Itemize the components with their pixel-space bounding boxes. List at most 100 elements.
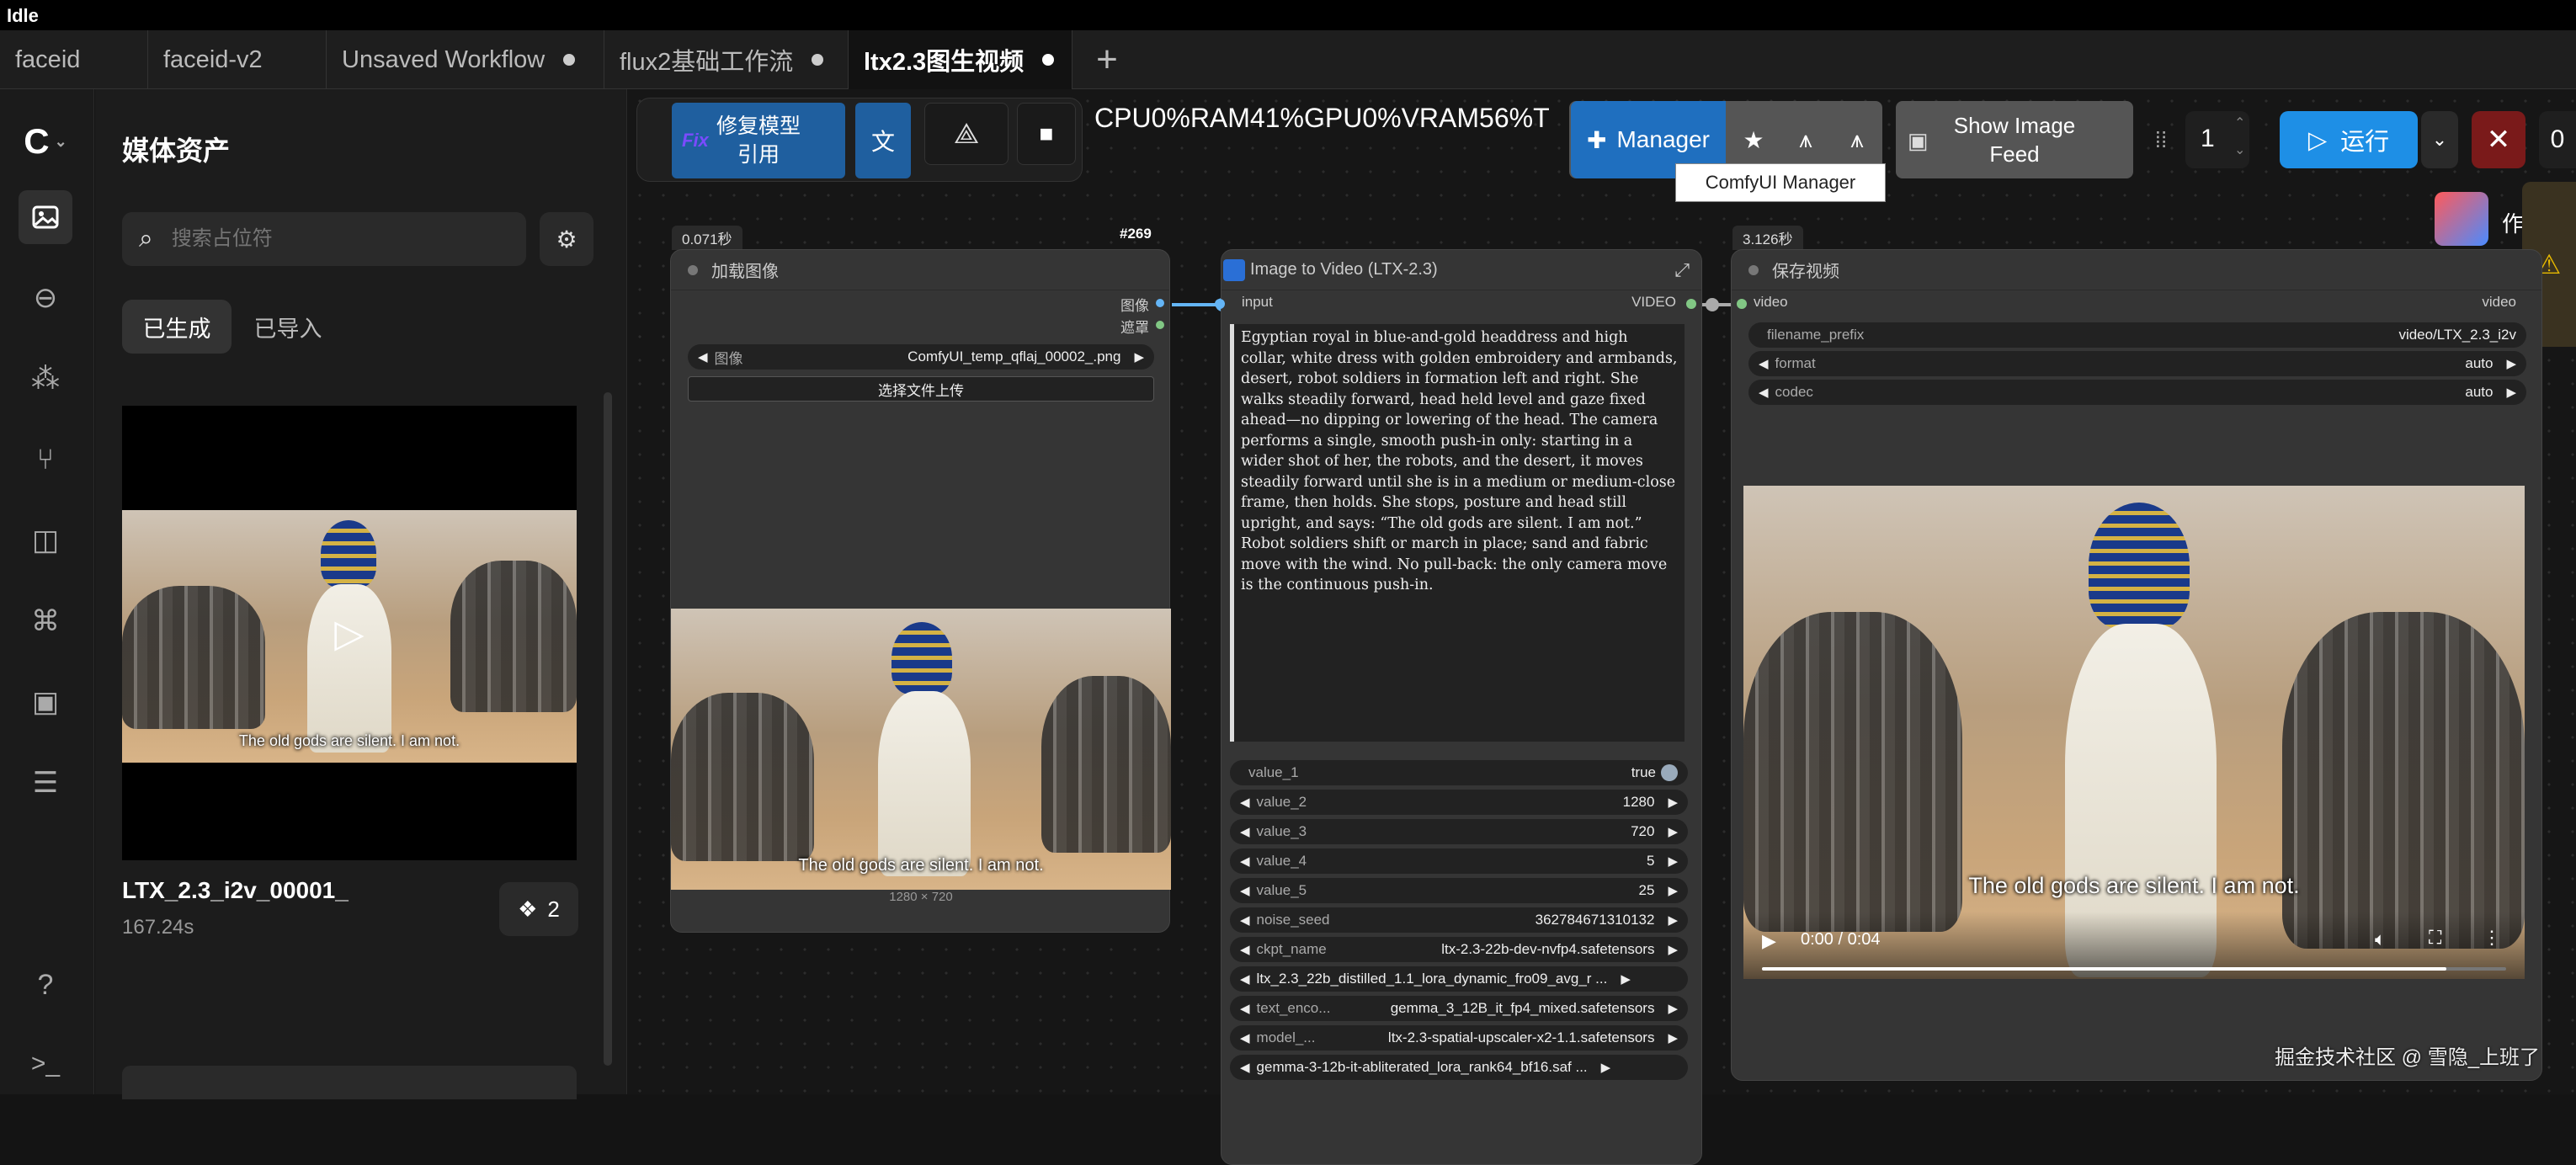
input-socket[interactable]	[1215, 299, 1225, 309]
terminal-icon[interactable]: >_	[19, 1037, 72, 1091]
tab-ltx23[interactable]: ltx2.3图生视频	[849, 30, 1072, 89]
gallery-icon[interactable]: ▣	[19, 675, 72, 729]
arrow-right-icon[interactable]: ▶	[1668, 912, 1678, 928]
arrow-right-icon[interactable]: ▶	[1601, 1060, 1611, 1075]
node-title-bar[interactable]: Image to Video (LTX-2.3) ⤢	[1221, 250, 1701, 290]
layout-icon[interactable]: ☰	[19, 756, 72, 810]
image-to-video-node[interactable]: Image to Video (LTX-2.3) ⤢ input VIDEO Eg…	[1215, 249, 1702, 1165]
node-title-bar[interactable]: 加载图像	[671, 250, 1169, 290]
arrow-left-icon[interactable]: ◀	[1240, 883, 1250, 898]
arrow-left-icon[interactable]: ◀	[1759, 356, 1769, 371]
image-select-widget[interactable]: ◀ 图像 ComfyUI_temp_qflaj_00002_.png ▶	[688, 344, 1154, 370]
arrow-right-icon[interactable]: ▶	[1668, 883, 1678, 898]
widget-text-encoder[interactable]: ◀ text_enco... gemma_3_12B_it_fp4_mixed.sa…	[1230, 996, 1688, 1021]
widget-upscaler[interactable]: ◀ model_... ltx-2.3-spatial-upscaler-x2-1.…	[1230, 1025, 1688, 1051]
tab-flux2[interactable]: flux2基础工作流	[604, 30, 849, 89]
comfy-logo-icon[interactable]: C ⌄	[19, 114, 72, 168]
arrow-right-icon[interactable]: ▶	[1134, 349, 1144, 364]
arrow-right-icon[interactable]: ▶	[1668, 1001, 1678, 1016]
arrow-right-icon[interactable]: ▶	[1668, 854, 1678, 869]
arrow-right-icon[interactable]: ▶	[1668, 1030, 1678, 1045]
arrow-left-icon[interactable]: ◀	[1240, 942, 1250, 957]
new-tab-button[interactable]: +	[1078, 30, 1136, 89]
upload-button[interactable]: 选择文件上传	[688, 376, 1154, 402]
arrow-left-icon[interactable]: ◀	[1240, 795, 1250, 810]
arrow-left-icon[interactable]: ◀	[1240, 1060, 1250, 1075]
widget-noise-seed[interactable]: ◀ noise_seed 362784671310132 ▶	[1230, 907, 1688, 933]
filter-generated-tab[interactable]: 已生成	[122, 300, 232, 354]
batch-count-stepper[interactable]: 1 ⌃ ⌄	[2185, 111, 2249, 168]
input-socket[interactable]	[1737, 299, 1747, 309]
nodes-icon[interactable]: ⊖	[19, 271, 72, 325]
user-avatar[interactable]	[2435, 192, 2488, 246]
arrow-left-icon[interactable]: ◀	[1240, 971, 1250, 987]
arrow-right-icon[interactable]: ▶	[2506, 385, 2516, 400]
widget-value-5[interactable]: ◀ value_5 25 ▶	[1230, 878, 1688, 903]
collapse-dot-icon[interactable]	[688, 264, 698, 275]
arrow-left-icon[interactable]: ◀	[1240, 1001, 1250, 1016]
widget-filename-prefix[interactable]: filename_prefix video/LTX_2.3_i2v	[1748, 322, 2526, 348]
widget-value-4[interactable]: ◀ value_4 5 ▶	[1230, 848, 1688, 874]
queue-count[interactable]: 0	[2539, 111, 2576, 168]
output-socket[interactable]	[1686, 299, 1696, 309]
load-image-node[interactable]: 加载图像 图像 遮罩 ◀ 图像 ComfyUI_temp_qflaj_00002_.…	[670, 249, 1171, 933]
fullscreen-icon[interactable]: ⛶	[2429, 927, 2441, 949]
stack-count-button[interactable]: ❖ 2	[499, 882, 578, 936]
bookmark-button[interactable]: ■	[1017, 103, 1076, 165]
search-input[interactable]	[171, 227, 475, 251]
workflows-icon[interactable]: ⑂	[19, 433, 72, 487]
save-video-node[interactable]: 保存视频 video video filename_prefix video/LT…	[1731, 249, 2542, 1081]
increment-icon[interactable]: ⌃	[2234, 114, 2245, 131]
widget-ckpt-name[interactable]: ◀ ckpt_name ltx-2.3-22b-dev-nvfp4.safetens…	[1230, 937, 1688, 962]
toggle-icon[interactable]	[1661, 764, 1678, 781]
video-player[interactable]: The old gods are silent. I am not. ▶ 0:0…	[1743, 486, 2525, 979]
next-asset-thumbnail[interactable]	[122, 1066, 577, 1099]
help-icon[interactable]: ?	[19, 958, 72, 1012]
arrow-right-icon[interactable]: ▶	[1668, 942, 1678, 957]
filter-imported-tab[interactable]: 已导入	[233, 300, 343, 354]
arrow-left-icon[interactable]: ◀	[1240, 854, 1250, 869]
widget-value-2[interactable]: ◀ value_2 1280 ▶	[1230, 790, 1688, 815]
output-mask-socket[interactable]	[1156, 321, 1164, 329]
arrow-left-icon[interactable]: ◀	[698, 349, 708, 364]
play-icon[interactable]: ▶	[1762, 930, 1776, 952]
output-image-socket[interactable]	[1156, 299, 1164, 307]
run-button[interactable]: ▷ 运行	[2280, 111, 2418, 168]
widget-gemma-lora[interactable]: ◀ gemma-3-12b-it-abliterated_lora_rank64_…	[1230, 1055, 1688, 1080]
more-options-icon[interactable]: ⋮	[2483, 927, 2501, 949]
collapse-dot-icon[interactable]	[1748, 264, 1759, 275]
templates-icon[interactable]: ◫	[19, 513, 72, 567]
widget-format[interactable]: ◀ format auto ▶	[1748, 351, 2526, 376]
expand-icon[interactable]: ⤢	[1674, 259, 1690, 281]
play-icon[interactable]: ▷	[324, 608, 375, 658]
prompt-textarea[interactable]: Egyptian royal in blue-and-gold headdres…	[1230, 324, 1685, 742]
triangle-logo-button[interactable]: ⟁	[924, 103, 1009, 165]
arrow-right-icon[interactable]: ▶	[1668, 824, 1678, 839]
decrement-icon[interactable]: ⌄	[2234, 141, 2245, 158]
node-title-bar[interactable]: 保存视频	[1732, 250, 2541, 290]
search-box[interactable]: ⌕	[122, 212, 526, 266]
tab-faceid[interactable]: faceid	[0, 30, 148, 89]
widget-value-3[interactable]: ◀ value_3 720 ▶	[1230, 819, 1688, 844]
workflow-canvas[interactable]: 修复模型 引用 Fix 文 ⟁ ■ CPU0%RAM41%GPU0%VRAM56…	[628, 89, 2576, 1165]
show-image-feed-button[interactable]: Show Image Feed	[1896, 101, 2133, 178]
panel-scrollbar[interactable]	[604, 392, 612, 1066]
widget-value-1[interactable]: value_1 true	[1230, 760, 1688, 785]
progress-track[interactable]	[1762, 967, 2506, 971]
arrow-left-icon[interactable]: ◀	[1759, 385, 1769, 400]
arrow-right-icon[interactable]: ▶	[1668, 795, 1678, 810]
widget-codec[interactable]: ◀ codec auto ▶	[1748, 380, 2526, 405]
models-icon[interactable]: ⁂	[19, 352, 72, 406]
arrow-left-icon[interactable]: ◀	[1240, 912, 1250, 928]
arrow-right-icon[interactable]: ▶	[2506, 356, 2516, 371]
asset-thumbnail[interactable]: The old gods are silent. I am not. ▷	[122, 406, 577, 860]
tab-faceid-v2[interactable]: faceid-v2	[148, 30, 327, 89]
graph-icon[interactable]: ⌘	[19, 594, 72, 648]
arrow-left-icon[interactable]: ◀	[1240, 824, 1250, 839]
cancel-button[interactable]: ✕	[2472, 111, 2525, 168]
tab-unsaved-workflow[interactable]: Unsaved Workflow	[327, 30, 604, 89]
widget-lora[interactable]: ◀ ltx_2.3_22b_distilled_1.1_lora_dynamic_…	[1230, 966, 1688, 992]
drag-handle-icon[interactable]: ⁞⁞	[2148, 114, 2174, 165]
assets-icon[interactable]	[19, 190, 72, 244]
arrow-right-icon[interactable]: ▶	[1621, 971, 1631, 987]
